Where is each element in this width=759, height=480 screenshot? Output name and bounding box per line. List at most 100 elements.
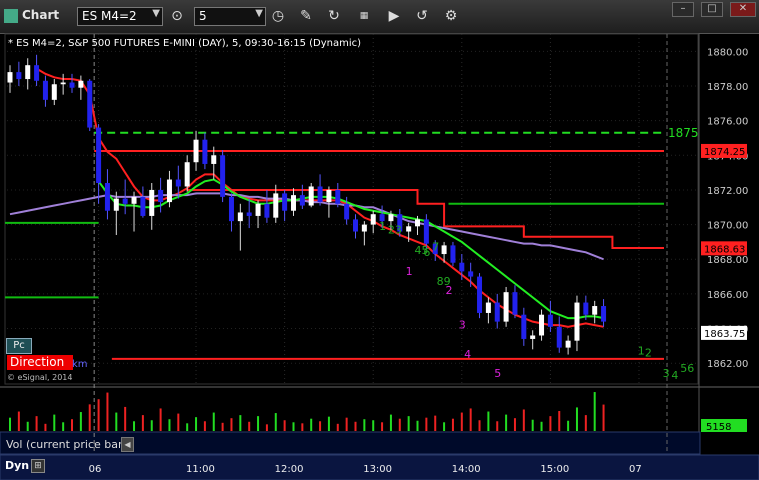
- candle-body: [468, 271, 474, 277]
- close-button[interactable]: ✕: [730, 2, 756, 17]
- zoom-icon[interactable]: ⊞: [31, 459, 45, 473]
- candle-body: [282, 193, 288, 211]
- candle-body: [220, 155, 226, 197]
- price-level-label: 1875: [668, 126, 699, 140]
- candle-body: [290, 195, 296, 211]
- count-label: 1: [379, 220, 386, 233]
- candle-body: [158, 189, 164, 203]
- count-label: 56: [680, 362, 694, 375]
- volume-tag-label: 5158: [706, 422, 731, 433]
- window-titlebar: Chart ES M4=2 ▼ ⊙ 5 ▼ ◷ ✎ ↻ ▦ ▶ ↺ ⚙ – □ ✕: [0, 0, 759, 34]
- redo-icon[interactable]: ↺: [413, 7, 431, 25]
- candle-body: [264, 203, 270, 218]
- candle-body: [175, 179, 181, 187]
- candle-body: [370, 214, 376, 225]
- y-tick-label: 1878.00: [707, 82, 748, 93]
- candle-body: [42, 80, 48, 100]
- candle-body: [601, 306, 607, 322]
- candle-body: [317, 186, 323, 203]
- candle-body: [237, 212, 243, 222]
- interval-value: 5: [199, 9, 207, 23]
- candle-body: [131, 196, 137, 204]
- candle-body: [211, 155, 217, 164]
- studies-icon[interactable]: ▦: [355, 7, 373, 25]
- candle-body: [335, 189, 341, 204]
- candle-body: [104, 183, 110, 211]
- count-label: 3: [663, 367, 670, 380]
- y-tick-label: 1866.00: [707, 290, 748, 301]
- symbol-input[interactable]: ES M4=2 ▼: [77, 7, 163, 26]
- candle-body: [547, 314, 553, 327]
- candle-body: [246, 212, 252, 216]
- symbol-value: ES M4=2: [82, 9, 137, 23]
- chart-title: * ES M4=2, S&P 500 FUTURES E-MINI (DAY),…: [8, 38, 362, 49]
- pencil-icon[interactable]: ✎: [297, 7, 315, 25]
- candle-body: [530, 335, 536, 339]
- x-tick-label: 11:00: [186, 464, 215, 475]
- volume-pane-label: Vol (current price bar): [6, 438, 127, 451]
- y-tick-label: 1862.00: [707, 359, 748, 370]
- count-label: 23: [388, 223, 402, 236]
- candle-body: [477, 276, 483, 313]
- candle-body: [485, 302, 491, 313]
- price-tag-label: 1874.25: [704, 147, 745, 158]
- candle-body: [565, 340, 571, 348]
- cursor-icon[interactable]: ↻: [325, 7, 343, 25]
- count-label: 1: [638, 345, 645, 358]
- candle-body: [308, 186, 314, 206]
- candle-body: [353, 219, 358, 232]
- candle-body: [361, 224, 367, 232]
- interval-dropdown-icon[interactable]: ▼: [255, 8, 263, 19]
- candle-body: [87, 80, 93, 128]
- link-icon[interactable]: ⊙: [168, 7, 186, 25]
- candle-body: [415, 219, 421, 227]
- y-tick-label: 1870.00: [707, 221, 748, 232]
- window-title-text: Chart: [22, 8, 60, 22]
- symbol-dropdown-icon[interactable]: ▼: [152, 8, 160, 19]
- minimize-button[interactable]: –: [672, 2, 694, 17]
- count-label: 1: [406, 265, 413, 278]
- count-label: 7: [432, 241, 439, 254]
- candle-body: [299, 195, 305, 206]
- candle-body: [193, 139, 199, 163]
- candle-body: [556, 326, 562, 348]
- y-tick-label: 1880.00: [707, 47, 748, 58]
- chart-area[interactable]: 1880.001878.001876.001874.001872.001870.…: [0, 33, 759, 480]
- direction-suffix: km: [72, 359, 88, 370]
- candle-body: [7, 72, 13, 83]
- candle-body: [255, 203, 261, 216]
- candle-body: [34, 65, 40, 81]
- candle-body: [521, 314, 527, 339]
- clock-icon[interactable]: ◷: [269, 7, 287, 25]
- candle-body: [96, 127, 102, 184]
- candle-body: [326, 189, 332, 203]
- count-label: 6: [423, 246, 430, 259]
- count-label: 2: [645, 346, 652, 359]
- maximize-button[interactable]: □: [701, 2, 723, 17]
- chart-app-icon: [4, 8, 18, 23]
- x-tick-label: 15:00: [540, 464, 569, 475]
- candle-body: [344, 203, 350, 220]
- candle-body: [140, 196, 146, 216]
- price-tag-label: 1868.63: [704, 244, 745, 255]
- dyn-label[interactable]: Dyn: [5, 459, 29, 472]
- candle-body: [273, 193, 279, 218]
- settings-icon[interactable]: ⚙: [442, 7, 460, 25]
- x-tick-label: 12:00: [275, 464, 304, 475]
- interval-input[interactable]: 5 ▼: [194, 7, 266, 26]
- candle-body: [592, 306, 598, 315]
- candle-body: [423, 219, 429, 244]
- count-label: 3: [459, 319, 466, 332]
- x-tick-label: 14:00: [452, 464, 481, 475]
- x-tick-label: 06: [89, 464, 102, 475]
- pc-badge[interactable]: Pc: [6, 338, 32, 354]
- y-tick-label: 1876.00: [707, 117, 748, 128]
- scroll-left-button[interactable]: ◀: [121, 437, 134, 452]
- candle-body: [166, 179, 172, 203]
- candle-body: [539, 314, 545, 336]
- play-icon[interactable]: ▶: [385, 7, 403, 25]
- direction-badge[interactable]: Direction: [7, 355, 73, 370]
- y-tick-label: 1872.00: [707, 186, 748, 197]
- candle-body: [512, 292, 518, 315]
- candle-body: [406, 226, 412, 232]
